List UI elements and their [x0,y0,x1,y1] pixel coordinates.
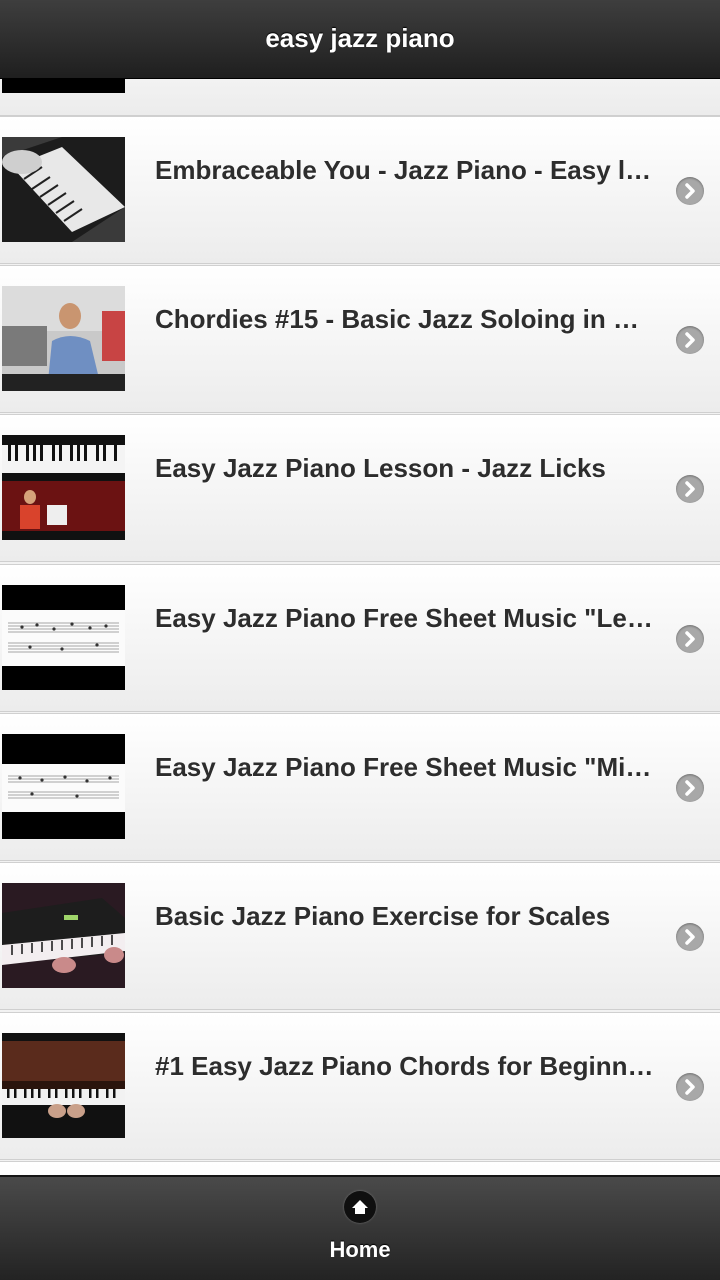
footer-navbar: Home [0,1175,720,1280]
home-icon [344,1191,376,1223]
video-list[interactable]: Embraceable You - Jazz Piano - Easy list… [0,78,720,1175]
list-item-title: Embraceable You - Jazz Piano - Easy list… [155,155,655,185]
video-thumbnail [2,286,125,391]
video-thumbnail [2,78,125,93]
video-thumbnail [2,435,125,540]
list-item[interactable]: Easy Jazz Piano Free Sheet Music "Midnig… [0,713,720,861]
list-item[interactable]: Embraceable You - Jazz Piano - Easy list… [0,116,720,264]
list-item[interactable]: Easy Jazz Piano Free Sheet Music "Let's … [0,564,720,712]
list-item-title: Easy Jazz Piano Free Sheet Music "Midnig… [155,752,655,782]
list-item-title: Easy Jazz Piano Lesson - Jazz Licks [155,453,606,483]
list-item-partial[interactable] [0,78,720,116]
list-item-title: #1 Easy Jazz Piano Chords for Beginners [155,1051,655,1081]
video-thumbnail [2,883,125,988]
chevron-right-icon[interactable] [676,475,704,503]
app-header: easy jazz piano [0,0,720,79]
page-title: easy jazz piano [265,23,455,53]
chevron-right-icon[interactable] [676,774,704,802]
list-item-title: Chordies #15 - Basic Jazz Soloing in C M… [155,304,655,334]
chevron-right-icon[interactable] [676,923,704,951]
list-item[interactable]: Basic Jazz Piano Exercise for Scales [0,862,720,1010]
list-item[interactable]: #1 Easy Jazz Piano Chords for Beginners [0,1012,720,1160]
list-item-title: Basic Jazz Piano Exercise for Scales [155,901,611,931]
list-item[interactable]: Chordies #15 - Basic Jazz Soloing in C M… [0,265,720,413]
video-thumbnail [2,1033,125,1138]
list-item-partial[interactable] [0,1161,720,1175]
chevron-right-icon[interactable] [676,1073,704,1101]
list-item-title: Easy Jazz Piano Free Sheet Music "Let's … [155,603,655,633]
home-button[interactable]: Home [310,1183,410,1277]
chevron-right-icon[interactable] [676,326,704,354]
list-item[interactable]: Easy Jazz Piano Lesson - Jazz Licks [0,414,720,562]
video-thumbnail [2,585,125,690]
video-thumbnail [2,734,125,839]
video-thumbnail [2,137,125,242]
chevron-right-icon[interactable] [676,177,704,205]
chevron-right-icon[interactable] [676,625,704,653]
home-label: Home [329,1237,391,1262]
